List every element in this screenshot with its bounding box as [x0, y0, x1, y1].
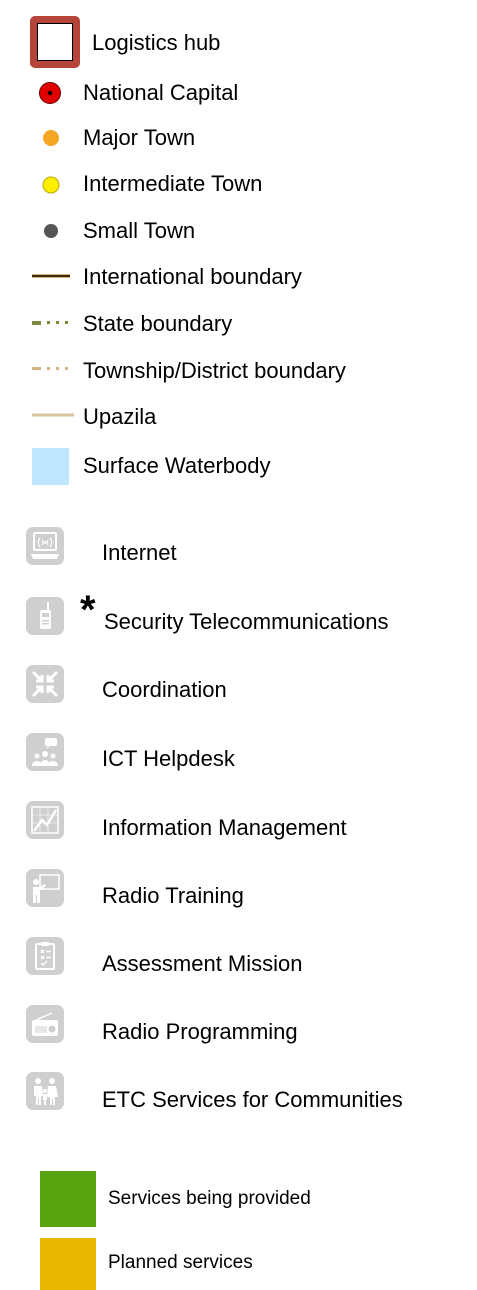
service-label-information-management: Information Management [102, 815, 347, 840]
legend-label-township-boundary: Township/District boundary [83, 358, 346, 383]
map-legend: Logistics hub National Capital Major Tow… [0, 0, 477, 1290]
service-label-radio-training: Radio Training [102, 883, 244, 908]
legend-label-national-capital: National Capital [83, 80, 239, 105]
training-icon [26, 869, 64, 907]
upazila-icon [32, 413, 74, 417]
status-swatch-provided [40, 1171, 96, 1227]
service-label-internet: Internet [102, 540, 177, 565]
legend-label-state-boundary: State boundary [83, 311, 233, 336]
status-swatch-planned [40, 1238, 96, 1290]
clipboard-icon [26, 937, 64, 975]
legend-label-small-town: Small Town [83, 218, 196, 243]
community-icon [26, 1072, 64, 1110]
service-label-assessment-mission: Assessment Mission [102, 951, 303, 976]
legend-label-logistics-hub: Logistics hub [92, 30, 221, 55]
service-label-etc-communities: ETC Services for Communities [102, 1087, 403, 1112]
international-boundary-icon [32, 274, 70, 278]
chart-icon [26, 801, 64, 839]
service-label-security-telecom: Security Telecommunications [104, 609, 389, 634]
surface-waterbody-icon [32, 448, 69, 485]
security-marker: * [80, 588, 96, 632]
state-boundary-icon [32, 321, 68, 325]
status-label-planned: Planned services [108, 1252, 253, 1273]
legend-label-major-town: Major Town [83, 125, 196, 150]
coordination-icon [26, 665, 64, 703]
small-town-icon [44, 224, 58, 238]
township-boundary-icon [32, 367, 68, 370]
service-label-radio-programming: Radio Programming [102, 1019, 298, 1044]
legend-label-international-boundary: International boundary [83, 264, 302, 289]
legend-label-upazila: Upazila [83, 404, 157, 429]
radio-icon [26, 1005, 64, 1043]
service-label-ict-helpdesk: ICT Helpdesk [102, 746, 235, 771]
status-label-provided: Services being provided [108, 1188, 311, 1209]
legend-label-intermediate-town: Intermediate Town [83, 171, 263, 196]
service-label-coordination: Coordination [102, 677, 227, 702]
major-town-icon [43, 130, 59, 146]
internet-icon [26, 527, 64, 565]
walkie-talkie-icon [26, 597, 64, 635]
legend-label-surface-waterbody: Surface Waterbody [83, 453, 271, 478]
intermediate-town-icon [42, 176, 60, 194]
helpdesk-icon [26, 733, 64, 771]
national-capital-icon [39, 82, 61, 104]
logistics-hub-icon [30, 16, 80, 68]
